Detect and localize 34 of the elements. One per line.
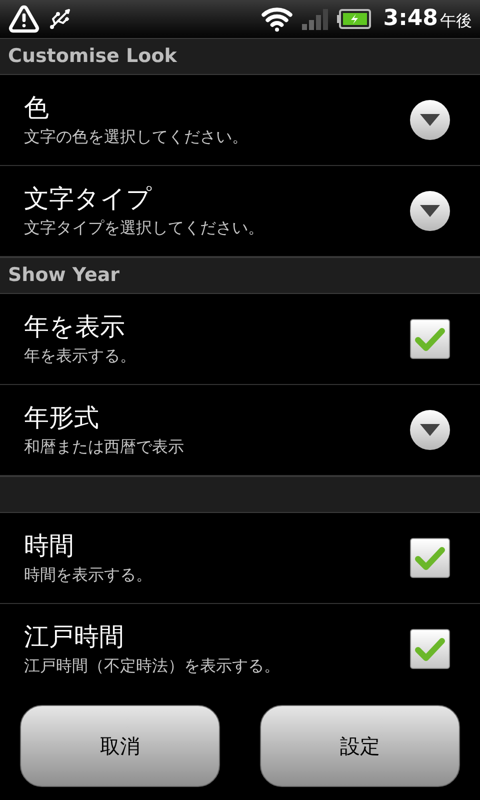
dropdown-icon bbox=[410, 191, 450, 231]
setting-row[interactable]: 年を表示 年を表示する。 bbox=[0, 294, 480, 385]
setting-row[interactable]: 時間 時間を表示する。 bbox=[0, 513, 480, 604]
setting-title: 時間 bbox=[24, 530, 75, 562]
clock-period: 午後 bbox=[440, 13, 472, 29]
checkbox[interactable] bbox=[410, 629, 450, 669]
battery-charging-icon bbox=[337, 9, 372, 29]
setting-title: 年を表示 bbox=[24, 311, 126, 343]
setting-summary: 江戸時間（不定時法）を表示する。 bbox=[24, 655, 281, 677]
section-title: Show Year bbox=[8, 263, 120, 288]
check-icon bbox=[415, 546, 445, 570]
checkbox[interactable] bbox=[410, 538, 450, 578]
setting-summary: 年を表示する。 bbox=[24, 345, 137, 367]
check-icon bbox=[415, 637, 445, 661]
clock-time: 3:48 bbox=[383, 8, 438, 30]
dropdown-icon bbox=[410, 410, 450, 450]
setting-row[interactable]: 色 文字の色を選択してください。 bbox=[0, 75, 480, 166]
setting-summary: 文字タイプを選択してください。 bbox=[24, 217, 265, 239]
setting-title: 文字タイプ bbox=[24, 183, 153, 215]
dialog-button[interactable]: 設定 bbox=[260, 705, 460, 787]
setting-summary: 和暦または西暦で表示 bbox=[24, 436, 185, 458]
check-icon bbox=[415, 327, 445, 351]
checkbox[interactable] bbox=[410, 319, 450, 359]
usb-icon bbox=[48, 7, 72, 31]
setting-title: 色 bbox=[24, 92, 50, 124]
section-title: Customise Look bbox=[8, 44, 177, 70]
setting-summary: 文字の色を選択してください。 bbox=[24, 126, 249, 148]
dialog-button[interactable]: 取消 bbox=[20, 705, 220, 787]
signal-icon bbox=[301, 8, 330, 30]
setting-title: 江戸時間 bbox=[24, 621, 125, 653]
warning-icon bbox=[8, 3, 40, 35]
setting-title: 年形式 bbox=[24, 402, 100, 434]
dropdown-icon bbox=[410, 100, 450, 140]
setting-summary: 時間を表示する。 bbox=[24, 564, 153, 586]
